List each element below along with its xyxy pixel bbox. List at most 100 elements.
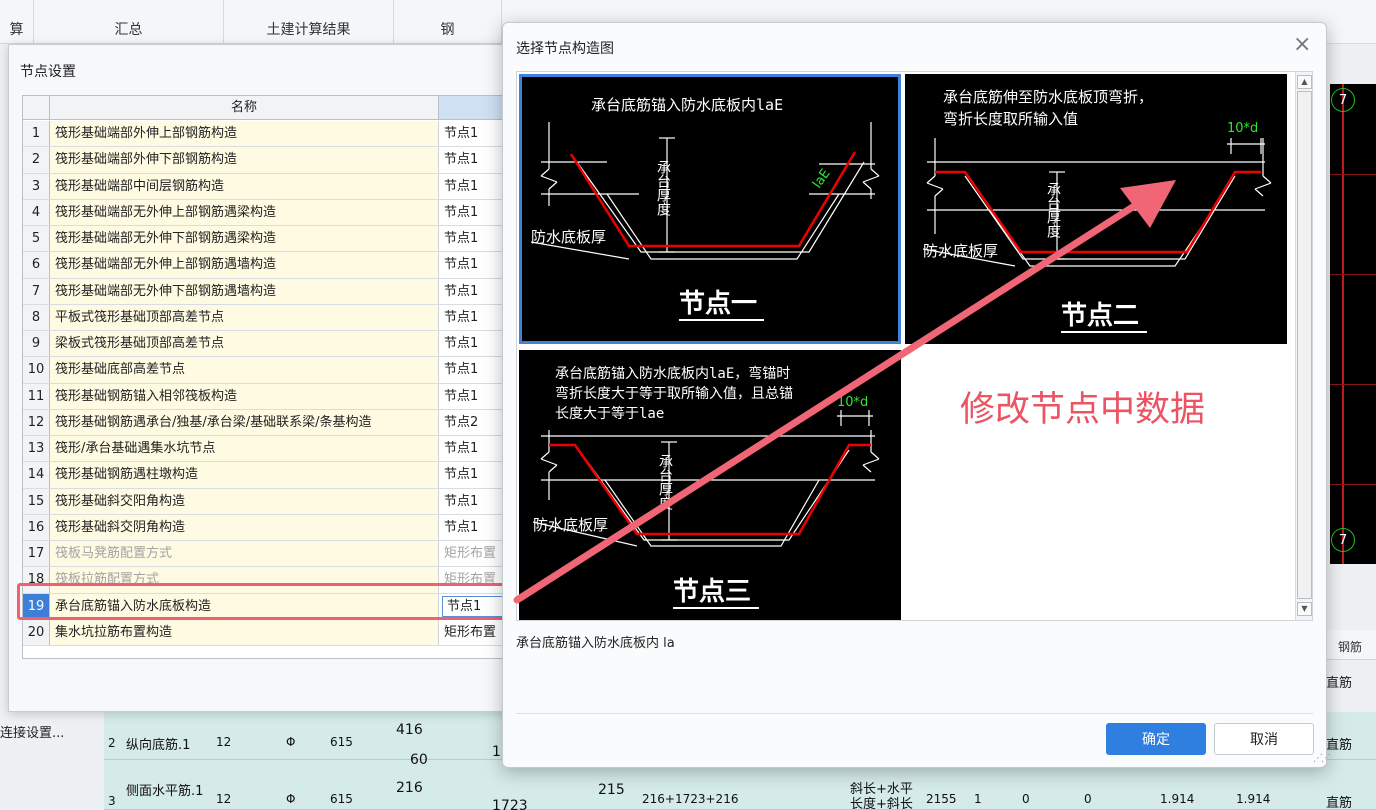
node-3-caption: 节点三: [673, 576, 751, 607]
table-row[interactable]: 10 筏形基础底部高差节点 节点1: [23, 357, 516, 384]
node-3-diagram: 承台底筋锚入防水底板内laE，弯锚时 弯折长度大于等于取所输入值，且总锚 长度大…: [532, 365, 880, 609]
cell-shape-a: 416: [396, 722, 423, 738]
header-col-calc[interactable]: 算: [0, 0, 34, 44]
node-1-thickness: 承台厚度: [655, 160, 671, 216]
row-name: 筏形基础底部高差节点: [50, 357, 439, 383]
node-option-2[interactable]: 承台底筋伸至防水底板顶弯折， 弯折长度取所输入值 10*d 承台厚度 防水底板厚…: [905, 74, 1287, 344]
cell-shape-c: 1: [492, 744, 501, 760]
node-1-diagram: 承台底筋锚入防水底板内laE laE 承台厚度 防水底板厚 节点一: [530, 96, 880, 321]
row-name: 筏板马凳筋配置方式: [50, 541, 439, 567]
row-name: 筏形/承台基础遇集水坑节点: [50, 436, 439, 462]
node-3-desc-line3: 长度大于等于lae: [555, 405, 664, 422]
cell-w2: 1.914: [1236, 792, 1271, 806]
row-name: 筏形基础端部外伸下部钢筋构造: [50, 147, 439, 173]
node-option-1[interactable]: 承台底筋锚入防水底板内laE laE 承台厚度 防水底板厚 节点一: [519, 74, 901, 344]
node-option-3[interactable]: 承台底筋锚入防水底板内laE，弯锚时 弯折长度大于等于取所输入值，且总锚 长度大…: [519, 350, 901, 620]
table-row[interactable]: 8 平板式筏形基础顶部高差节点 节点1: [23, 304, 516, 331]
table-row[interactable]: 1 筏形基础端部外伸上部钢筋构造 节点1: [23, 121, 516, 148]
footer-divider: [516, 713, 1313, 714]
axis-marker-top: 7: [1331, 88, 1355, 112]
node-3-waterproof: 防水底板厚: [533, 516, 608, 534]
scroll-thumb[interactable]: [1297, 91, 1312, 599]
row-name: 筏形基础端部无外伸下部钢筋遇梁构造: [50, 226, 439, 252]
table-row[interactable]: 7 筏形基础端部无外伸下部钢筋遇墙构造 节点1: [23, 278, 516, 305]
table-row[interactable]: 11 筏形基础钢筋锚入相邻筏板构造 节点1: [23, 383, 516, 410]
cell-w1: 1.914: [1160, 792, 1195, 806]
table-row[interactable]: 13 筏形/承台基础遇集水坑节点 节点1: [23, 436, 516, 463]
resize-grip-icon[interactable]: ⋰⋰: [1313, 753, 1331, 764]
node-3-dim: 10*d: [837, 395, 868, 410]
row-name: 筏形基础钢筋遇柱墩构造: [50, 462, 439, 488]
cad-viewport[interactable]: 7 7: [1330, 84, 1376, 564]
node-1-caption: 节点一: [679, 288, 757, 319]
cell-n1: 1: [974, 792, 982, 806]
row-name: 筏形基础斜交阴角构造: [50, 514, 439, 540]
row-index: 1: [23, 121, 50, 147]
header-index: [23, 96, 50, 119]
table-row[interactable]: 3 筏形基础端部中间层钢筋构造 节点1: [23, 173, 516, 200]
connection-settings-link[interactable]: 连接设置...: [0, 722, 64, 741]
row-index: 9: [23, 331, 50, 357]
header-col-civil-result[interactable]: 土建计算结果: [224, 0, 394, 44]
node-1-waterproof: 防水底板厚: [531, 228, 606, 246]
table-row[interactable]: 6 筏形基础端部无外伸上部钢筋遇墙构造 节点1: [23, 252, 516, 279]
node-2-dim: 10*d: [1227, 121, 1258, 136]
table-row[interactable]: 4 筏形基础端部无外伸上部钢筋遇梁构造 节点1: [23, 199, 516, 226]
row-index: 15: [23, 488, 50, 514]
row-index: 16: [23, 514, 50, 540]
cell-name: 纵向底筋.1: [126, 738, 191, 753]
cell-desc: 斜长+水平长度+斜长: [850, 782, 913, 810]
node-3-desc-line2: 弯折长度大于等于取所输入值，且总锚: [555, 385, 793, 402]
cell-shape-a: 216: [396, 780, 423, 796]
node-3-desc-line1: 承台底筋锚入防水底板内laE，弯锚时: [555, 365, 790, 382]
cancel-button[interactable]: 取消: [1214, 723, 1314, 755]
node-2-diagram: 承台底筋伸至防水底板顶弯折， 弯折长度取所输入值 10*d 承台厚度 防水底板厚…: [922, 88, 1272, 333]
table-row[interactable]: 15 筏形基础斜交阳角构造 节点1: [23, 488, 516, 515]
node-2-desc-line1: 承台底筋伸至防水底板顶弯折，: [943, 88, 1153, 106]
table-row[interactable]: 20 集水坑拉筋布置构造 矩形布置: [23, 619, 516, 646]
table-row[interactable]: 17 筏板马凳筋配置方式 矩形布置: [23, 541, 516, 568]
row-index: 10: [23, 357, 50, 383]
dialog-title: 选择节点构造图: [516, 41, 614, 57]
cell-shape-c: 215: [598, 782, 625, 798]
row-index: 2: [23, 147, 50, 173]
rebar-col-header: 钢筋: [1326, 630, 1376, 660]
cad-grid-line: [1330, 384, 1376, 385]
row-name: 筏形基础钢筋遇承台/独基/承台梁/基础联系梁/条基构造: [50, 409, 439, 435]
cell-no: 2: [108, 736, 116, 750]
table-row[interactable]: 16 筏形基础斜交阴角构造 节点1: [23, 514, 516, 541]
table-row[interactable]: 5 筏形基础端部无外伸下部钢筋遇梁构造 节点1: [23, 226, 516, 253]
node-1-desc-line1: 承台底筋锚入防水底板内laE: [591, 96, 783, 114]
row-index: 11: [23, 383, 50, 409]
header-col-rebar[interactable]: 钢: [394, 0, 502, 44]
gallery-scrollbar[interactable]: ▲ ▼: [1295, 72, 1312, 620]
cell-shape-b: 1723: [492, 798, 528, 810]
node-2-waterproof: 防水底板厚: [923, 242, 998, 260]
row-name: 平板式筏形基础顶部高差节点: [50, 304, 439, 330]
node-2-thickness: 承台厚度: [1045, 182, 1061, 238]
row-name: 筏形基础端部无外伸上部钢筋遇梁构造: [50, 199, 439, 225]
close-icon[interactable]: ×: [1293, 34, 1311, 56]
scroll-up-icon[interactable]: ▲: [1297, 75, 1312, 89]
node-3-thickness: 承台厚度: [657, 454, 673, 510]
scroll-down-icon[interactable]: ▼: [1297, 602, 1312, 616]
table-row[interactable]: 2 筏形基础端部外伸下部钢筋构造 节点1: [23, 147, 516, 174]
diagram-gallery: 承台底筋锚入防水底板内laE laE 承台厚度 防水底板厚 节点一 承台底筋伸至…: [516, 71, 1313, 621]
table-row[interactable]: 12 筏形基础钢筋遇承台/独基/承台梁/基础联系梁/条基构造 节点2: [23, 409, 516, 436]
row-index: 3: [23, 173, 50, 199]
row-index: 4: [23, 199, 50, 225]
row-name: 筏形基础端部中间层钢筋构造: [50, 173, 439, 199]
ok-button[interactable]: 确定: [1106, 723, 1206, 755]
table-row[interactable]: 14 筏形基础钢筋遇柱墩构造 节点1: [23, 462, 516, 489]
header-col-summary[interactable]: 汇总: [34, 0, 224, 44]
cell-dia: 12: [216, 792, 232, 806]
cell-len: 615: [330, 792, 353, 806]
row-index: 17: [23, 541, 50, 567]
node-1-dim: laE: [810, 166, 834, 191]
cell-name: 侧面水平筋.1: [126, 784, 204, 799]
node-2-caption: 节点二: [1061, 300, 1139, 331]
cad-grid-line: [1330, 274, 1376, 275]
row-name: 梁板式筏形基础顶部高差节点: [50, 331, 439, 357]
table-row[interactable]: 3 侧面水平筋.1 12 Φ 615 216 1723 215 216+1723…: [104, 762, 1376, 810]
table-row[interactable]: 9 梁板式筏形基础顶部高差节点 节点1: [23, 331, 516, 358]
